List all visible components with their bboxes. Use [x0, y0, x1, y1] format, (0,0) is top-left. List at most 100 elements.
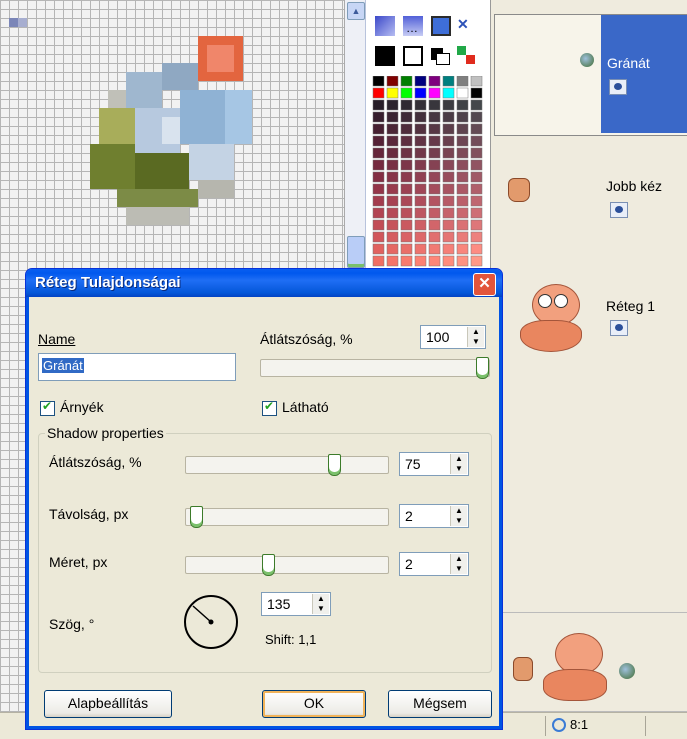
visible-checkbox[interactable]: [262, 399, 277, 416]
palette-swatch[interactable]: [414, 147, 427, 159]
angle-spinner[interactable]: 135 ▲ ▼: [261, 592, 331, 616]
palette-swatch[interactable]: [372, 243, 385, 255]
palette-swatch[interactable]: [442, 183, 455, 195]
palette-swatch[interactable]: [442, 159, 455, 171]
palette-swatch[interactable]: [400, 255, 413, 267]
palette-swatch[interactable]: [442, 171, 455, 183]
palette-swatch[interactable]: [428, 76, 441, 87]
arrow-down-icon[interactable]: ▼: [451, 564, 467, 574]
palette-swatch[interactable]: [386, 87, 399, 99]
palette-swatch[interactable]: [428, 147, 441, 159]
palette-swatch[interactable]: [386, 76, 399, 87]
spinner-arrows[interactable]: ▲ ▼: [450, 506, 467, 526]
size-spinner[interactable]: 2 ▲ ▼: [399, 552, 469, 576]
palette-swatch[interactable]: [456, 159, 469, 171]
shadow-opacity-spinner[interactable]: 75 ▲ ▼: [399, 452, 469, 476]
layer-item-granat[interactable]: Gránát: [494, 14, 687, 136]
palette-swatch[interactable]: [386, 219, 399, 231]
frame-icon[interactable]: [403, 46, 423, 66]
palette-swatch[interactable]: [372, 207, 385, 219]
palette-swatch[interactable]: [442, 76, 455, 87]
palette-swatch[interactable]: [428, 159, 441, 171]
palette-swatch[interactable]: [414, 99, 427, 111]
palette-swatch[interactable]: [414, 135, 427, 147]
palette-swatch[interactable]: [442, 255, 455, 267]
palette-swatch[interactable]: [428, 111, 441, 123]
palette-swatch[interactable]: [386, 207, 399, 219]
eye-icon[interactable]: [610, 320, 628, 336]
cancel-button[interactable]: Mégsem: [388, 690, 492, 718]
palette-swatch[interactable]: [372, 76, 385, 87]
palette-swatch[interactable]: [414, 243, 427, 255]
palette-swatch[interactable]: [456, 183, 469, 195]
palette-swatch[interactable]: [400, 76, 413, 87]
palette-swatch[interactable]: [456, 255, 469, 267]
palette-swatch[interactable]: [428, 219, 441, 231]
palette-swatch[interactable]: [372, 123, 385, 135]
palette-swatch[interactable]: [372, 183, 385, 195]
palette-swatch[interactable]: [428, 99, 441, 111]
eye-icon[interactable]: [610, 202, 628, 218]
palette-swatch[interactable]: [400, 231, 413, 243]
palette-swatch[interactable]: [470, 76, 483, 87]
palette-swatch[interactable]: [372, 135, 385, 147]
palette-swatch[interactable]: [414, 171, 427, 183]
palette-swatch[interactable]: [470, 207, 483, 219]
arrow-down-icon[interactable]: ▼: [451, 464, 467, 474]
palette-swatch[interactable]: [400, 111, 413, 123]
palette-swatch[interactable]: [470, 219, 483, 231]
palette-swatch[interactable]: [386, 99, 399, 111]
defaults-button[interactable]: Alapbeállítás: [44, 690, 172, 718]
palette-swatch[interactable]: [428, 195, 441, 207]
palette-scrollbar[interactable]: ▲: [345, 0, 366, 270]
angle-dial[interactable]: [181, 592, 241, 652]
palette-swatch[interactable]: [386, 243, 399, 255]
palette-swatch[interactable]: [456, 99, 469, 111]
palette-swatch[interactable]: [386, 183, 399, 195]
palette-swatch[interactable]: [428, 123, 441, 135]
palette-swatch[interactable]: [428, 87, 441, 99]
palette-swatch[interactable]: [414, 255, 427, 267]
arrow-up-icon[interactable]: ▲: [451, 454, 467, 464]
palette-swatch[interactable]: [372, 255, 385, 267]
palette-swatch[interactable]: [400, 159, 413, 171]
spinner-arrows[interactable]: ▲ ▼: [312, 594, 329, 614]
pattern-tool-icon[interactable]: ✕: [457, 16, 477, 36]
palette-swatch[interactable]: [442, 231, 455, 243]
more-colors-icon[interactable]: …: [403, 16, 423, 36]
palette-swatch[interactable]: [428, 183, 441, 195]
arrow-down-icon[interactable]: ▼: [468, 337, 484, 347]
palette-swatch[interactable]: [470, 159, 483, 171]
palette-swatch[interactable]: [386, 147, 399, 159]
palette-swatch[interactable]: [470, 243, 483, 255]
palette-swatch[interactable]: [470, 147, 483, 159]
palette-swatch[interactable]: [428, 171, 441, 183]
palette-swatch[interactable]: [400, 219, 413, 231]
distance-spinner[interactable]: 2 ▲ ▼: [399, 504, 469, 528]
palette-swatch[interactable]: [386, 255, 399, 267]
palette-swatch[interactable]: [386, 123, 399, 135]
palette-swatch[interactable]: [386, 195, 399, 207]
palette-swatch[interactable]: [442, 99, 455, 111]
palette-swatch[interactable]: [442, 135, 455, 147]
shadow-opacity-slider-thumb[interactable]: [328, 454, 341, 476]
palette-swatch[interactable]: [470, 183, 483, 195]
palette-swatch[interactable]: [442, 195, 455, 207]
layer-item-jobb-kez[interactable]: Jobb kéz: [494, 160, 686, 230]
palette-swatch[interactable]: [400, 135, 413, 147]
palette-swatch[interactable]: [456, 123, 469, 135]
swap-colors-icon[interactable]: [431, 46, 451, 66]
palette-swatch[interactable]: [400, 87, 413, 99]
palette-swatch[interactable]: [428, 231, 441, 243]
size-slider-thumb[interactable]: [262, 554, 275, 576]
palette-swatch[interactable]: [456, 195, 469, 207]
arrow-down-icon[interactable]: ▼: [451, 516, 467, 526]
size-slider[interactable]: [185, 554, 389, 576]
palette-swatch[interactable]: [442, 123, 455, 135]
palette-swatch[interactable]: [456, 231, 469, 243]
palette-swatch[interactable]: [372, 99, 385, 111]
palette-swatch[interactable]: [372, 231, 385, 243]
palette-swatch[interactable]: [400, 195, 413, 207]
palette-swatch[interactable]: [414, 123, 427, 135]
palette-swatch[interactable]: [372, 219, 385, 231]
